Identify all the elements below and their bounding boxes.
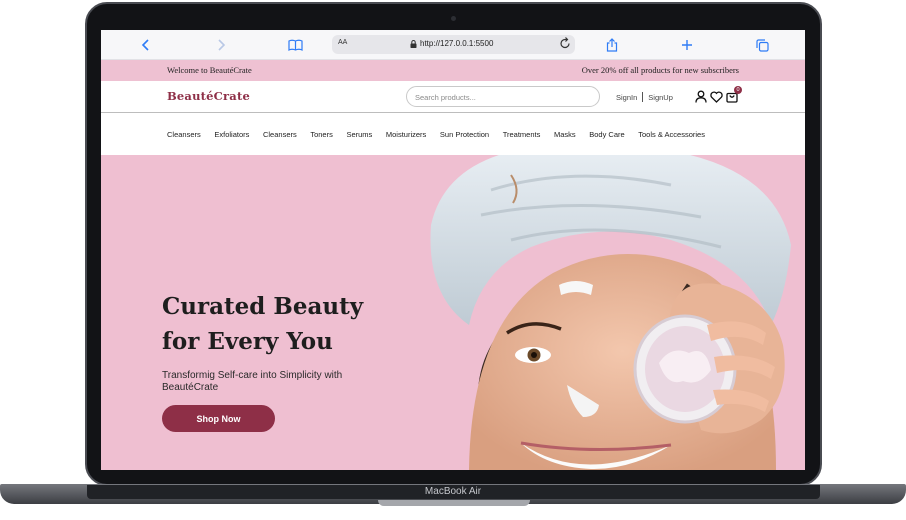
category-link[interactable]: Tools & Accessories [638,130,705,139]
camera-dot [451,16,456,21]
address-bar[interactable]: AA http://127.0.0.1:5500 [332,35,575,54]
category-link[interactable]: Sun Protection [440,130,489,139]
forward-icon[interactable] [212,36,230,54]
laptop-notch [378,500,530,506]
plus-icon[interactable] [678,36,696,54]
text-size-button[interactable]: AA [338,39,347,46]
category-link[interactable]: Cleansers [263,130,297,139]
hero-title: Curated Beauty for Every You [162,289,402,359]
category-link[interactable]: Toners [310,130,333,139]
site-header: BeautéCrate SignIn SignUp 0 [101,81,805,113]
category-link[interactable]: Exfoliators [214,130,249,139]
lock-icon [410,39,417,48]
search-box [406,86,600,107]
browser-toolbar: AA http://127.0.0.1:5500 [101,30,805,60]
hero-image [430,155,791,470]
tabs-icon[interactable] [753,36,771,54]
hero-banner: Curated Beauty for Every You Transformig… [101,155,805,470]
offer-text: Over 20% off all products for new subscr… [581,65,739,75]
category-link[interactable]: Masks [554,130,576,139]
device-label: MacBook Air [424,486,482,497]
share-icon[interactable] [603,36,621,54]
heart-icon[interactable] [710,90,723,103]
reload-icon[interactable] [559,37,571,55]
category-link[interactable]: Cleansers [167,130,201,139]
category-link[interactable]: Body Care [589,130,624,139]
shop-now-button[interactable]: Shop Now [162,405,275,432]
welcome-text: Welcome to BeautéCrate [167,65,252,75]
hero-subtitle: Transformig Self-care into Simplicity wi… [162,370,343,393]
back-icon[interactable] [137,36,155,54]
user-icon[interactable] [695,90,708,103]
category-link[interactable]: Serums [346,130,372,139]
cart-icon[interactable]: 0 [726,86,742,103]
category-link[interactable]: Treatments [503,130,541,139]
category-list: Cleansers Exfoliators Cleansers Toners Serum… [167,130,719,139]
url-text: http://127.0.0.1:5500 [420,39,494,48]
hero-title-line2: for Every You [162,328,333,355]
cart-count-badge: 0 [734,86,742,94]
category-nav: Cleansers Exfoliators Cleansers Toners Serum… [101,114,805,155]
site-logo[interactable]: BeautéCrate [167,89,250,103]
signin-link[interactable]: SignIn [616,93,637,102]
promo-bar: Welcome to BeautéCrate Over 20% off all … [101,60,805,81]
screen: AA http://127.0.0.1:5500 Welcome to Beau… [101,30,805,470]
auth-divider [642,92,644,102]
signup-link[interactable]: SignUp [648,93,673,102]
auth-links: SignIn SignUp [616,92,673,102]
category-link[interactable]: Moisturizers [386,130,426,139]
book-icon[interactable] [286,36,304,54]
hero-title-line1: Curated Beauty [162,293,364,320]
search-input[interactable] [415,91,585,103]
